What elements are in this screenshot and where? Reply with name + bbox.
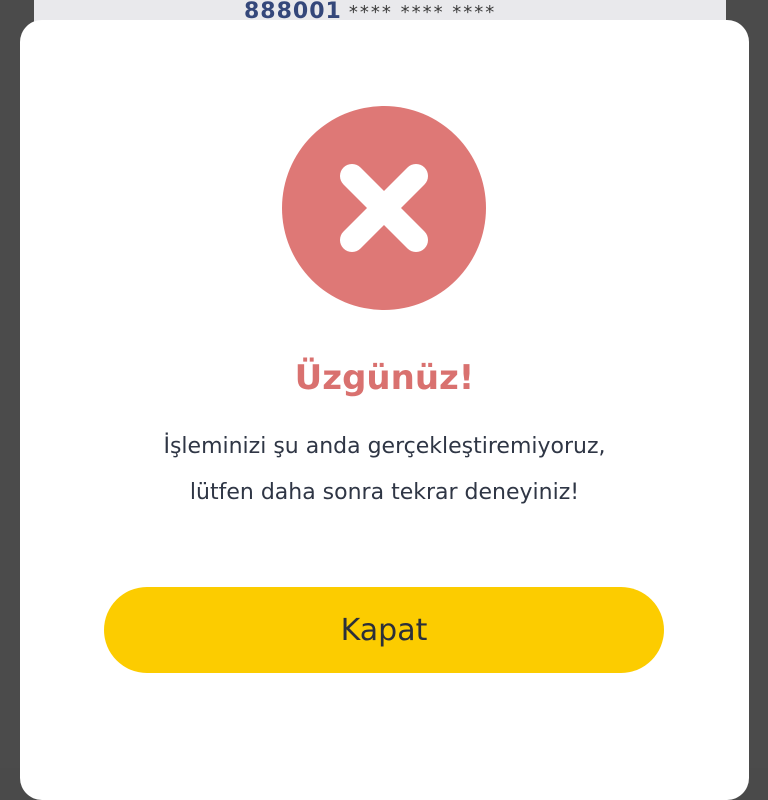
close-x-icon (340, 164, 428, 252)
dialog-message: İşleminizi şu anda gerçekleştiremiyoruz,… (60, 424, 709, 516)
error-icon-circle (282, 106, 486, 310)
close-button[interactable]: Kapat (104, 587, 664, 673)
dialog-message-line-2: lütfen daha sonra tekrar deneyiniz! (189, 480, 580, 505)
dialog-message-line-1: İşleminizi şu anda gerçekleştiremiyoruz, (163, 434, 606, 459)
dialog-title: Üzgünüz! (294, 358, 475, 398)
error-dialog: Üzgünüz! İşleminizi şu anda gerçekleştir… (20, 20, 749, 800)
